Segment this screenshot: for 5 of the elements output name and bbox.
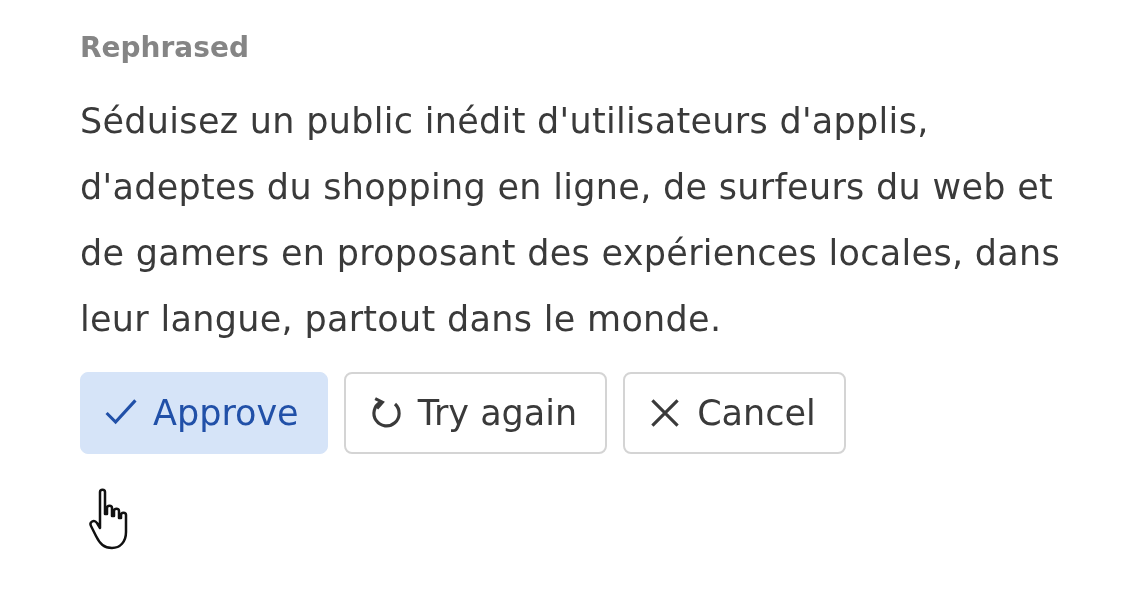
rephrased-text: Séduisez un public inédit d'utilisateurs d'applis, d'adeptes du shopping en ligne, de surfeurs du web et de gamers en proposant des expériences locales, dans leur langue, partout dans le monde.: [80, 100, 1062, 342]
action-button[interactable]: Cancel: [623, 372, 846, 455]
action-button[interactable]: Try again: [343, 372, 608, 455]
action-button[interactable]: Approve: [80, 372, 328, 455]
section-label: Rephrased: [80, 30, 250, 66]
